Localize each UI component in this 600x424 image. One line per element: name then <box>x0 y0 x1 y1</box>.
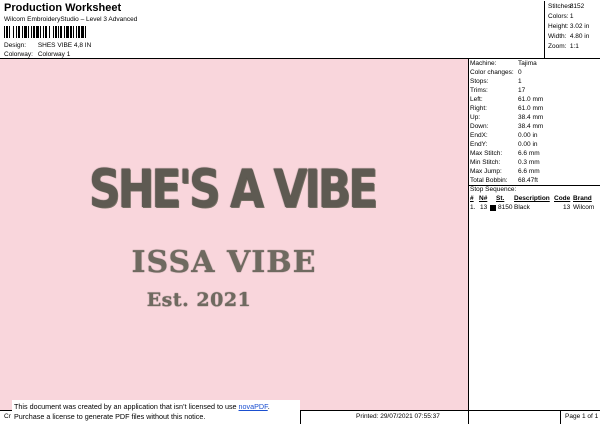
printed-timestamp: Printed: 29/07/2021 07:55:37 <box>356 413 440 420</box>
info-row: Machine: Tajima <box>470 60 537 67</box>
design-text-line-2: ISSA VIBE <box>131 245 317 280</box>
production-worksheet: Production Worksheet Wilcom EmbroiderySt… <box>0 0 600 424</box>
divider <box>560 410 561 424</box>
info-row: Trims: 17 <box>470 87 526 94</box>
col-header: Brand <box>573 195 592 202</box>
design-preview: SHE'S A VIBE ISSA VIBE Est. 2021 <box>0 59 468 410</box>
license-notice: This document was created by an applicat… <box>12 400 300 422</box>
design-row: Design: SHES VIBE 4,8 IN <box>4 42 91 49</box>
cell-needle: 13 <box>480 204 488 211</box>
worksheet-title: Production Worksheet <box>4 2 122 14</box>
page-number: Page 1 of 1 <box>565 413 599 420</box>
info-row: Total Bobbin: 68.47ft <box>470 177 538 184</box>
colorway-name: Colorway 1 <box>37 51 71 58</box>
notice-line-2: Purchase a license to generate PDF files… <box>14 412 206 421</box>
col-header: Code <box>554 195 571 202</box>
info-row: EndX: 0.00 in <box>470 132 538 139</box>
info-row: Color changes: 0 <box>470 69 522 76</box>
info-row: Up: 38.4 mm <box>470 114 544 121</box>
info-row: EndY: 0.00 in <box>470 141 538 148</box>
cell-stitches: 8150 <box>498 204 513 211</box>
summary-height: Height: 3.02 in <box>548 23 590 30</box>
cell-code: 13 <box>563 204 571 211</box>
novapdf-link[interactable]: novaPDF <box>239 402 268 411</box>
col-header: St. <box>496 195 505 202</box>
info-row: Max Jump: 6.6 mm <box>470 168 540 175</box>
design-text-line-3: Est. 2021 <box>146 289 252 311</box>
notice-line-1: This document was created by an applicat… <box>14 402 270 411</box>
design-text-line-1: SHE'S A VIBE <box>88 158 378 221</box>
info-row: Min Stitch: 0.3 mm <box>470 159 540 166</box>
divider <box>468 58 469 410</box>
cell-num: 1. <box>470 204 476 211</box>
info-row: Down: 38.4 mm <box>470 123 544 130</box>
design-label: Design: <box>4 42 27 49</box>
colorway-label: Colorway: <box>4 51 33 58</box>
design-name: SHES VIBE 4,8 IN <box>37 42 92 49</box>
stop-sequence-title: Stop Sequence: <box>470 186 517 193</box>
divider <box>468 410 469 424</box>
col-header: Description <box>514 195 550 202</box>
summary-zoom: Zoom: 1:1 <box>548 43 579 50</box>
summary-panel: Stitches: 8152 Colors: 1 Height: 3.02 in… <box>544 1 600 58</box>
col-header: N# <box>479 195 488 202</box>
summary-colors: Colors: 1 <box>548 13 574 20</box>
cell-brand: Wilcom <box>573 204 595 211</box>
software-name: Wilcom EmbroideryStudio – Level 3 Advanc… <box>4 16 138 23</box>
info-row: Right: 61.0 mm <box>470 105 544 112</box>
col-header: # <box>470 195 474 202</box>
cell-description: Black <box>514 204 530 211</box>
divider <box>300 410 301 424</box>
info-row: Max Stitch: 6.6 mm <box>470 150 540 157</box>
summary-width: Width: 4.80 in <box>548 33 590 40</box>
color-swatch <box>490 205 496 211</box>
colorway-row: Colorway: Colorway 1 <box>4 51 70 58</box>
summary-stitches: Stitches: 8152 <box>548 3 585 10</box>
barcode <box>4 26 86 38</box>
info-row: Left: 61.0 mm <box>470 96 544 103</box>
info-row: Stops: 1 <box>470 78 522 85</box>
footer-cr: Cr <box>4 413 11 420</box>
